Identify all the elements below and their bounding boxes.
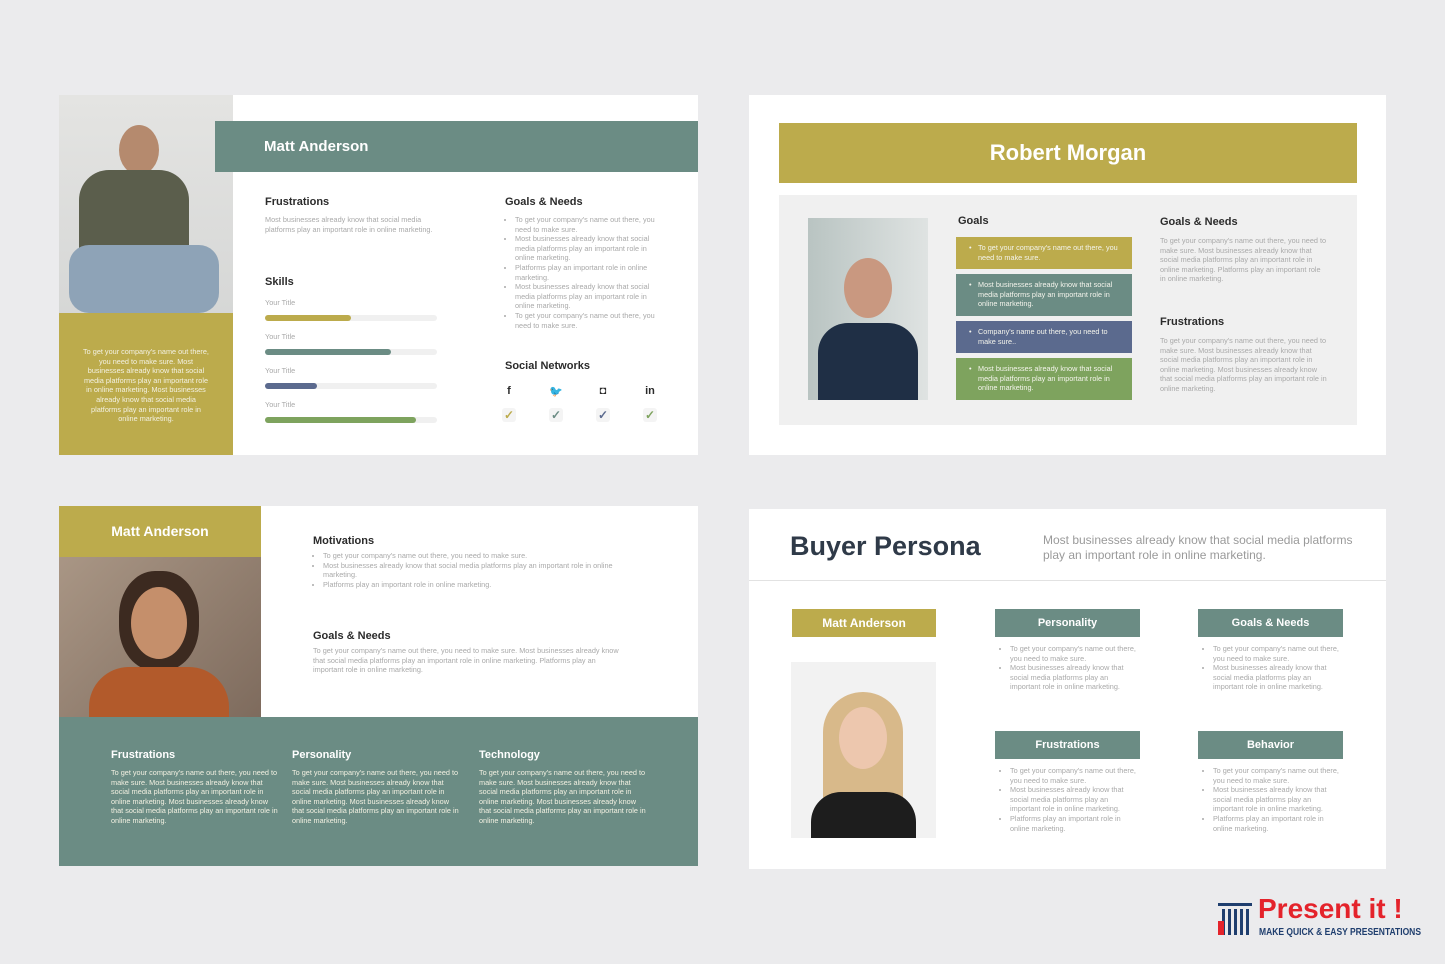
divider — [749, 580, 1386, 581]
skills-heading: Skills — [265, 276, 294, 288]
goal-box: Most businesses already know that social… — [956, 358, 1132, 400]
section-header: Goals & Needs — [1198, 609, 1343, 637]
facebook-icon[interactable]: f — [502, 385, 516, 397]
column-heading: Technology — [479, 749, 540, 761]
name-banner: Matt Anderson — [215, 121, 698, 172]
goals-text: To get your company's name out there, yo… — [313, 646, 619, 675]
check-icon[interactable]: ✓ — [502, 408, 516, 422]
logo-tagline: MAKE QUICK & EASY PRESENTATIONS — [1259, 927, 1421, 938]
motivations-list: To get your company's name out there, yo… — [313, 551, 633, 589]
goal-item: Most businesses already know that social… — [515, 234, 665, 263]
persona-photo — [808, 218, 928, 400]
list-item: Most businesses already know that social… — [1010, 785, 1138, 814]
check-icon[interactable]: ✓ — [549, 408, 563, 422]
linkedin-icon[interactable]: in — [643, 385, 657, 397]
section-list: To get your company's name out there, yo… — [1201, 766, 1341, 833]
list-item: Platforms play an important role in onli… — [1010, 814, 1138, 833]
skill-label: Your Title — [265, 400, 296, 409]
column-text: To get your company's name out there, yo… — [292, 768, 459, 825]
present-it-logo: Present it ! MAKE QUICK & EASY PRESENTAT… — [1218, 893, 1424, 941]
goal-item: Most businesses already know that social… — [515, 282, 665, 311]
goals-heading: Goals & Needs — [313, 630, 391, 642]
goals-list: To get your company's name out there, yo… — [505, 215, 665, 330]
column-text: To get your company's name out there, yo… — [111, 768, 278, 825]
skill-bar — [265, 383, 437, 389]
goal-box: Company's name out there, you need to ma… — [956, 321, 1132, 353]
persona-photo — [791, 662, 936, 838]
goal-box: Most businesses already know that social… — [956, 274, 1132, 316]
skill-bar — [265, 417, 437, 423]
frustrations-heading: Frustrations — [1160, 316, 1225, 328]
section-header: Personality — [995, 609, 1140, 637]
goals-needs-text: To get your company's name out there, yo… — [1160, 236, 1327, 284]
persona-photo — [59, 95, 233, 313]
column-text: To get your company's name out there, yo… — [479, 768, 646, 825]
goals-heading: Goals — [958, 215, 989, 227]
frustrations-text: Most businesses already know that social… — [265, 215, 433, 234]
list-item: Most businesses already know that social… — [1213, 785, 1341, 814]
page-title: Buyer Persona — [790, 531, 981, 561]
motivation-item: Platforms play an important role in onli… — [323, 580, 633, 590]
skill-bar-fill — [265, 417, 417, 423]
section-header: Behavior — [1198, 731, 1343, 759]
skill-bar-fill — [265, 383, 317, 389]
logo-name: Present it ! — [1258, 893, 1403, 924]
social-heading: Social Networks — [505, 360, 590, 372]
skill-label: Your Title — [265, 366, 296, 375]
persona-photo — [59, 557, 261, 717]
goal-item: To get your company's name out there, yo… — [515, 215, 665, 234]
slide-3[interactable]: Matt Anderson Motivations To get your co… — [59, 506, 698, 866]
side-text: To get your company's name out there, yo… — [59, 313, 233, 455]
name-banner: Robert Morgan — [779, 123, 1357, 183]
skill-label: Your Title — [265, 332, 296, 341]
list-item: Most businesses already know that social… — [1010, 663, 1138, 692]
motivation-item: Most businesses already know that social… — [323, 561, 633, 580]
section-list: To get your company's name out there, yo… — [998, 644, 1138, 692]
section-list: To get your company's name out there, yo… — [998, 766, 1138, 833]
goals-needs-heading: Goals & Needs — [1160, 216, 1238, 228]
instagram-icon[interactable]: ◘ — [596, 385, 610, 397]
skill-label: Your Title — [265, 298, 296, 307]
column-heading: Frustrations — [111, 749, 176, 761]
goal-item: Platforms play an important role in onli… — [515, 263, 665, 282]
slide-1[interactable]: To get your company's name out there, yo… — [59, 95, 698, 455]
goal-box: To get your company's name out there, yo… — [956, 237, 1132, 269]
frustrations-text: To get your company's name out there, yo… — [1160, 336, 1327, 393]
skill-bar-fill — [265, 349, 391, 355]
check-icon[interactable]: ✓ — [643, 408, 657, 422]
name-banner: Matt Anderson — [792, 609, 936, 637]
skill-bar-fill — [265, 315, 351, 321]
subtitle: Most businesses already know that social… — [1043, 533, 1353, 562]
goal-item: To get your company's name out there, yo… — [515, 311, 665, 330]
skill-bar — [265, 349, 437, 355]
slide-4[interactable]: Buyer Persona Most businesses already kn… — [749, 509, 1386, 869]
logo-mark-icon — [1218, 903, 1252, 935]
twitter-icon[interactable]: 🐦 — [549, 385, 563, 398]
list-item: Most businesses already know that social… — [1213, 663, 1341, 692]
list-item: To get your company's name out there, yo… — [1213, 766, 1341, 785]
section-list: To get your company's name out there, yo… — [1201, 644, 1341, 692]
list-item: Platforms play an important role in onli… — [1213, 814, 1341, 833]
frustrations-heading: Frustrations — [265, 196, 330, 208]
list-item: To get your company's name out there, yo… — [1010, 766, 1138, 785]
column-heading: Personality — [292, 749, 352, 761]
list-item: To get your company's name out there, yo… — [1213, 644, 1341, 663]
check-icon[interactable]: ✓ — [596, 408, 610, 422]
goals-heading: Goals & Needs — [505, 196, 583, 208]
motivation-item: To get your company's name out there, yo… — [323, 551, 633, 561]
section-header: Frustrations — [995, 731, 1140, 759]
motivations-heading: Motivations — [313, 535, 375, 547]
name-banner: Matt Anderson — [59, 506, 261, 557]
skill-bar — [265, 315, 437, 321]
list-item: To get your company's name out there, yo… — [1010, 644, 1138, 663]
